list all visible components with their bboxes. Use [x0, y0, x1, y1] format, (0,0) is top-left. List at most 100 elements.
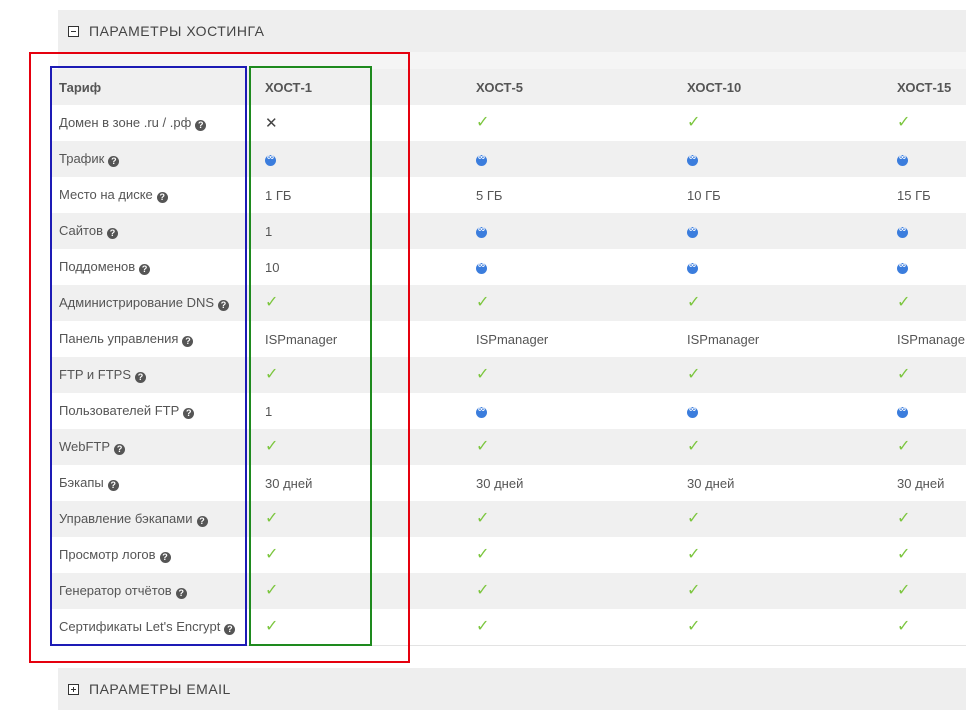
- value-cell: [679, 141, 889, 177]
- table-row: Панель управления? ISPmanager ISPmanager IS…: [51, 321, 966, 357]
- cell-value: 30 дней: [687, 475, 735, 491]
- check-icon: ✓: [897, 546, 911, 563]
- table-row: Администрирование DNS? ✓ ✓ ✓ ✓: [51, 285, 966, 321]
- question-circle-icon[interactable]: ?: [108, 156, 120, 167]
- param-label-cell: Управление бэкапами?: [51, 501, 257, 537]
- value-cell: ✓: [257, 429, 468, 465]
- cell-value: 1 ГБ: [265, 187, 292, 203]
- param-label-cell: Поддоменов?: [51, 249, 257, 285]
- question-circle-icon[interactable]: ?: [183, 408, 195, 419]
- param-label: Сертификаты Let's Encrypt: [59, 619, 221, 634]
- question-circle-icon[interactable]: ?: [114, 444, 126, 455]
- value-cell: ✓: [679, 429, 889, 465]
- question-circle-icon[interactable]: ?: [106, 228, 118, 239]
- value-cell: ✓: [468, 573, 679, 609]
- value-cell: ✓: [679, 357, 889, 393]
- infinity-icon: [476, 224, 487, 238]
- value-cell: ✓: [257, 357, 468, 393]
- param-label: WebFTP: [59, 439, 111, 454]
- question-circle-icon[interactable]: ?: [195, 120, 207, 131]
- value-cell: ✓: [468, 501, 679, 537]
- email-params-header[interactable]: ПАРАМЕТРЫ EMAIL: [58, 668, 966, 710]
- value-cell: ✓: [889, 501, 966, 537]
- cell-value: ISPmanage: [897, 331, 965, 347]
- check-icon: ✓: [476, 294, 490, 311]
- param-label-cell: Сайтов?: [51, 213, 257, 249]
- param-label-cell: WebFTP?: [51, 429, 257, 465]
- value-cell: ✓: [679, 573, 889, 609]
- question-circle-icon[interactable]: ?: [139, 264, 151, 275]
- cell-value: 10 ГБ: [687, 187, 721, 203]
- value-cell: ✓: [889, 429, 966, 465]
- param-label-cell: Сертификаты Let's Encrypt?: [51, 609, 257, 645]
- value-cell: 30 дней: [679, 465, 889, 501]
- check-icon: ✓: [476, 366, 490, 383]
- value-cell: ✓: [468, 357, 679, 393]
- table-row: Сертификаты Let's Encrypt? ✓ ✓ ✓ ✓: [51, 609, 966, 645]
- collapse-icon[interactable]: [68, 25, 79, 37]
- check-icon: ✓: [687, 366, 701, 383]
- question-circle-icon[interactable]: ?: [107, 480, 119, 491]
- check-icon: ✓: [687, 510, 701, 527]
- table-row: FTP и FTPS? ✓ ✓ ✓ ✓: [51, 357, 966, 393]
- table-row: Пользователей FTP? 1: [51, 393, 966, 429]
- check-icon: ✓: [897, 294, 911, 311]
- question-circle-icon[interactable]: ?: [182, 336, 194, 347]
- question-circle-icon[interactable]: ?: [224, 624, 236, 635]
- param-label-cell: Трафик?: [51, 141, 257, 177]
- value-cell: [468, 141, 679, 177]
- question-circle-icon[interactable]: ?: [218, 300, 230, 311]
- question-circle-icon[interactable]: ?: [159, 552, 171, 563]
- hosting-params-table: Тариф ХОСТ-1 ХОСТ-5 ХОСТ-10 ХОСТ-15 Домен в з…: [51, 69, 966, 645]
- value-cell: ✓: [257, 537, 468, 573]
- value-cell: 30 дней: [257, 465, 468, 501]
- table-bottom-divider: [51, 645, 966, 646]
- cell-value: 5 ГБ: [476, 187, 503, 203]
- value-cell: [679, 393, 889, 429]
- param-label-cell: Домен в зоне .ru / .рф?: [51, 105, 257, 141]
- param-label-cell: Панель управления?: [51, 321, 257, 357]
- infinity-icon: [476, 404, 487, 418]
- value-cell: ✓: [889, 537, 966, 573]
- param-label: Генератор отчётов: [59, 583, 172, 598]
- value-cell: ✓: [679, 609, 889, 645]
- value-cell: ISPmanager: [468, 321, 679, 357]
- value-cell: ✓: [468, 537, 679, 573]
- value-cell: ✓: [257, 573, 468, 609]
- value-cell: 5 ГБ: [468, 177, 679, 213]
- table-row: Управление бэкапами? ✓ ✓ ✓ ✓: [51, 501, 966, 537]
- cell-value: 30 дней: [476, 475, 524, 491]
- value-cell: [679, 213, 889, 249]
- question-circle-icon[interactable]: ?: [175, 588, 187, 599]
- param-label-cell: Администрирование DNS?: [51, 285, 257, 321]
- param-label: Домен в зоне .ru / .рф: [59, 115, 192, 130]
- value-cell: ✓: [679, 285, 889, 321]
- value-cell: [889, 141, 966, 177]
- table-row: Место на диске? 1 ГБ 5 ГБ 10 ГБ 15 ГБ: [51, 177, 966, 213]
- check-icon: ✓: [897, 366, 911, 383]
- infinity-icon: [897, 404, 908, 418]
- question-circle-icon[interactable]: ?: [135, 372, 147, 383]
- value-cell: [468, 249, 679, 285]
- plan-header: ХОСТ-1: [257, 69, 468, 105]
- param-label: Место на диске: [59, 187, 153, 202]
- infinity-icon: [897, 260, 908, 274]
- value-cell: [257, 141, 468, 177]
- check-icon: ✓: [897, 510, 911, 527]
- check-icon: ✓: [687, 546, 701, 563]
- question-circle-icon[interactable]: ?: [156, 192, 168, 203]
- infinity-icon: [476, 152, 487, 166]
- table-row: Поддоменов? 10: [51, 249, 966, 285]
- cell-value: 30 дней: [897, 475, 945, 491]
- check-icon: ✓: [476, 582, 490, 599]
- table-row: Домен в зоне .ru / .рф? ✕ ✓ ✓ ✓: [51, 105, 966, 141]
- param-label: Администрирование DNS: [59, 295, 215, 310]
- hosting-params-header[interactable]: ПАРАМЕТРЫ ХОСТИНГА: [58, 10, 966, 52]
- question-circle-icon[interactable]: ?: [196, 516, 208, 527]
- cell-value: ISPmanager: [265, 331, 338, 347]
- value-cell: ✓: [679, 501, 889, 537]
- expand-icon[interactable]: [68, 683, 79, 695]
- check-icon: ✓: [265, 294, 279, 311]
- check-icon: ✓: [897, 582, 911, 599]
- param-label: Панель управления: [59, 331, 179, 346]
